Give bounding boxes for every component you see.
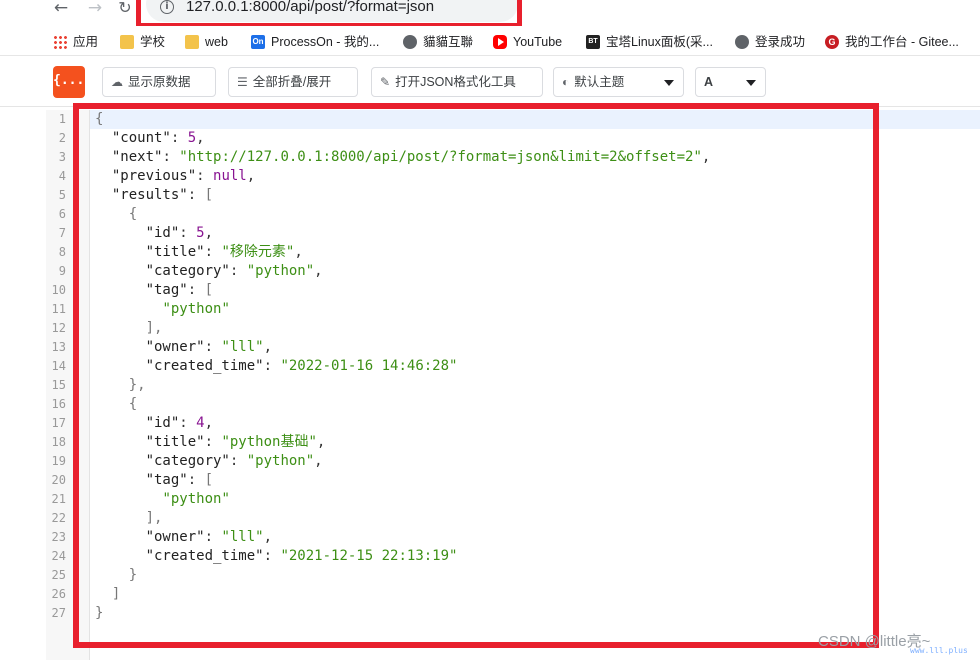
back-arrow-icon[interactable]: ← xyxy=(50,0,72,18)
bookmark-maomao[interactable]: 貓貓互聯 xyxy=(403,33,473,51)
json-viewer-toolbar: {...} ☁ 显示原数据 ☰ 全部折叠/展开 ✎ 打开JSON格式化工具 ◐ 默认主题… xyxy=(0,57,980,107)
bookmark-school[interactable]: 学校 xyxy=(120,33,165,51)
bookmark-label: YouTube xyxy=(513,35,563,49)
dropdown-caret-icon xyxy=(746,80,756,86)
cloud-icon: ☁ xyxy=(111,75,123,89)
line-number: 10 xyxy=(51,283,66,297)
line-number: 1 xyxy=(58,112,66,126)
line-number: 9 xyxy=(58,264,66,278)
theme-select[interactable]: ◐ 默认主题 xyxy=(553,67,684,97)
line-number: 15 xyxy=(51,378,66,392)
bookmark-label: web xyxy=(205,35,228,49)
dropdown-caret-icon xyxy=(664,80,674,86)
folder-icon xyxy=(120,35,134,49)
bookmark-label: 我的工作台 - Gitee... xyxy=(845,35,959,49)
palette-icon: ◐ xyxy=(562,75,570,89)
line-number: 19 xyxy=(51,454,66,468)
bookmarks-bar: 应用 学校 web On ProcessOn - 我的... 貓貓互聯 YouT… xyxy=(0,26,980,56)
line-number: 11 xyxy=(51,302,66,316)
line-number: 25 xyxy=(51,568,66,582)
line-number: 3 xyxy=(58,150,66,164)
line-number: 6 xyxy=(58,207,66,221)
line-number: 23 xyxy=(51,530,66,544)
bookmark-apps[interactable]: 应用 xyxy=(53,33,98,51)
line-number: 8 xyxy=(58,245,66,259)
forward-arrow-icon[interactable]: → xyxy=(84,0,106,18)
line-number: 7 xyxy=(58,226,66,240)
show-raw-label: 显示原数据 xyxy=(128,75,191,89)
bookmark-label: 貓貓互聯 xyxy=(423,35,474,49)
folder-icon xyxy=(185,35,199,49)
apps-grid-icon xyxy=(53,35,67,49)
edit-document-icon: ✎ xyxy=(380,75,391,89)
theme-selected-label: 默认主题 xyxy=(574,75,625,89)
bookmark-youtube[interactable]: YouTube xyxy=(493,33,562,51)
font-size-select[interactable]: A xyxy=(695,67,766,97)
bt-icon: BT xyxy=(586,35,600,49)
line-number: 2 xyxy=(58,131,66,145)
code-highlight-box xyxy=(73,103,879,648)
open-formatter-button[interactable]: ✎ 打开JSON格式化工具 xyxy=(371,67,543,97)
globe-icon xyxy=(735,35,749,49)
youtube-icon xyxy=(493,35,507,49)
line-number: 14 xyxy=(51,359,66,373)
fold-all-label: 全部折叠/展开 xyxy=(252,75,332,89)
gitee-icon: G xyxy=(825,35,839,49)
bookmark-login[interactable]: 登录成功 xyxy=(735,33,805,51)
bookmark-label: ProcessOn - 我的... xyxy=(271,35,380,49)
font-size-label: A xyxy=(704,75,714,89)
bookmark-gitee[interactable]: G 我的工作台 - Gitee... xyxy=(825,33,959,51)
site-watermark: www.lll.plus xyxy=(910,646,968,655)
list-collapse-icon: ☰ xyxy=(237,75,248,89)
fold-all-button[interactable]: ☰ 全部折叠/展开 xyxy=(228,67,358,97)
show-raw-button[interactable]: ☁ 显示原数据 xyxy=(102,67,216,97)
line-number: 18 xyxy=(51,435,66,449)
line-number: 24 xyxy=(51,549,66,563)
json-viewer-logo[interactable]: {...} xyxy=(53,66,92,98)
bookmark-processon[interactable]: On ProcessOn - 我的... xyxy=(251,33,379,51)
bookmark-label: 学校 xyxy=(140,35,166,49)
globe-icon xyxy=(403,35,417,49)
bookmark-web[interactable]: web xyxy=(185,33,228,51)
bookmark-label: 登录成功 xyxy=(755,35,806,49)
line-numbers: 1 2 3 4 5 6 7 8 9 10 11 12 13 14 15 16 17 18 19 20 21 22 23 24 2… xyxy=(46,110,66,623)
line-number: 21 xyxy=(51,492,66,506)
bookmark-label: 宝塔Linux面板(采... xyxy=(606,35,713,49)
line-number: 4 xyxy=(58,169,66,183)
browser-nav-bar: ← → ↻ i 127.0.0.1:8000/api/post/?format=… xyxy=(0,0,980,28)
reload-icon[interactable]: ↻ xyxy=(114,0,136,18)
open-formatter-label: 打开JSON格式化工具 xyxy=(395,75,516,89)
line-number: 22 xyxy=(51,511,66,525)
bookmark-label: 应用 xyxy=(73,35,99,49)
line-number: 13 xyxy=(51,340,66,354)
line-number: 12 xyxy=(51,321,66,335)
line-number: 17 xyxy=(51,416,66,430)
line-number: 20 xyxy=(51,473,66,487)
url-highlight-box xyxy=(136,0,522,28)
line-number: 5 xyxy=(58,188,66,202)
processon-icon: On xyxy=(251,35,265,49)
line-number: 27 xyxy=(51,606,66,620)
line-number: 16 xyxy=(51,397,66,411)
bookmark-baota[interactable]: BT 宝塔Linux面板(采... xyxy=(586,33,713,51)
line-number: 26 xyxy=(51,587,66,601)
